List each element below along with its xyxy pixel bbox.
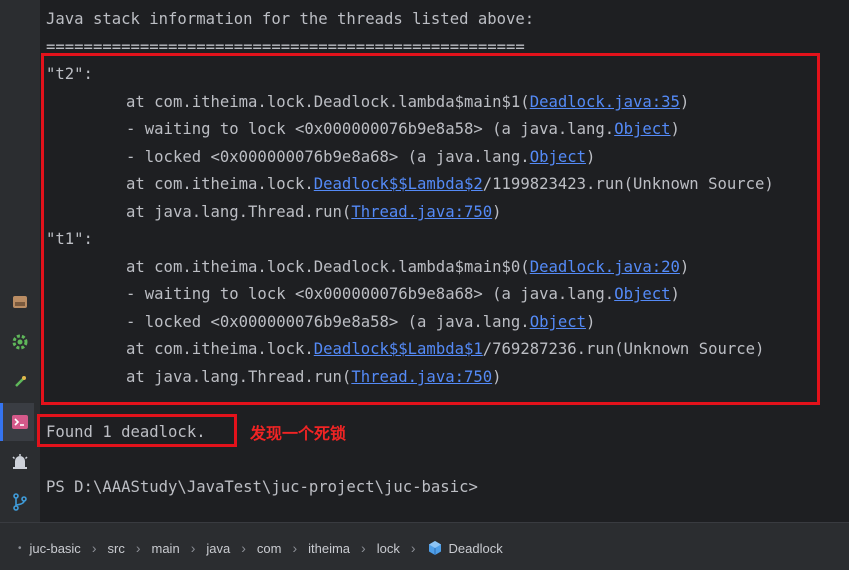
chevron-right-icon: › — [410, 540, 416, 556]
chevron-right-icon: › — [292, 540, 298, 556]
tool-window-sidebar — [0, 0, 40, 522]
breadcrumb-item-class[interactable]: Deadlock — [427, 540, 503, 556]
module-dot-icon: • — [18, 542, 22, 554]
breadcrumb-item[interactable]: itheima — [308, 541, 350, 556]
stack-trace-highlight-box — [41, 53, 820, 405]
stack-info-header: Java stack information for the threads l… — [46, 10, 535, 28]
terminal-icon[interactable] — [8, 410, 32, 434]
status-bar: • juc-basic › src › main › java › com › … — [0, 522, 849, 570]
chevron-right-icon: › — [91, 540, 97, 556]
chevron-right-icon: › — [361, 540, 366, 556]
terminal-output[interactable]: Java stack information for the threads l… — [37, 0, 849, 522]
breadcrumb-label: Deadlock — [448, 540, 503, 556]
breadcrumb-item[interactable]: juc-basic — [30, 541, 81, 556]
breadcrumb: • juc-basic › src › main › java › com › … — [18, 540, 503, 556]
breadcrumb-item[interactable]: java — [206, 541, 230, 556]
breadcrumb-item[interactable]: com — [257, 541, 282, 556]
breadcrumb-item[interactable]: main — [152, 541, 180, 556]
database-icon[interactable] — [8, 290, 32, 314]
class-cube-icon — [428, 541, 441, 555]
shell-prompt[interactable]: PS D:\AAAStudy\JavaTest\juc-project\juc-… — [46, 477, 478, 497]
chevron-right-icon: › — [241, 540, 246, 556]
deadlock-annotation: 发现一个死锁 — [250, 424, 347, 443]
gear-icon[interactable] — [8, 330, 32, 354]
alert-icon[interactable] — [8, 450, 32, 474]
chevron-right-icon: › — [135, 540, 141, 556]
chevron-right-icon: › — [190, 540, 196, 556]
run-icon[interactable] — [8, 370, 32, 394]
breadcrumb-item[interactable]: src — [107, 541, 124, 556]
breadcrumb-item[interactable]: lock — [377, 541, 400, 556]
git-branch-icon[interactable] — [8, 490, 32, 514]
deadlock-highlight-box — [37, 414, 237, 447]
